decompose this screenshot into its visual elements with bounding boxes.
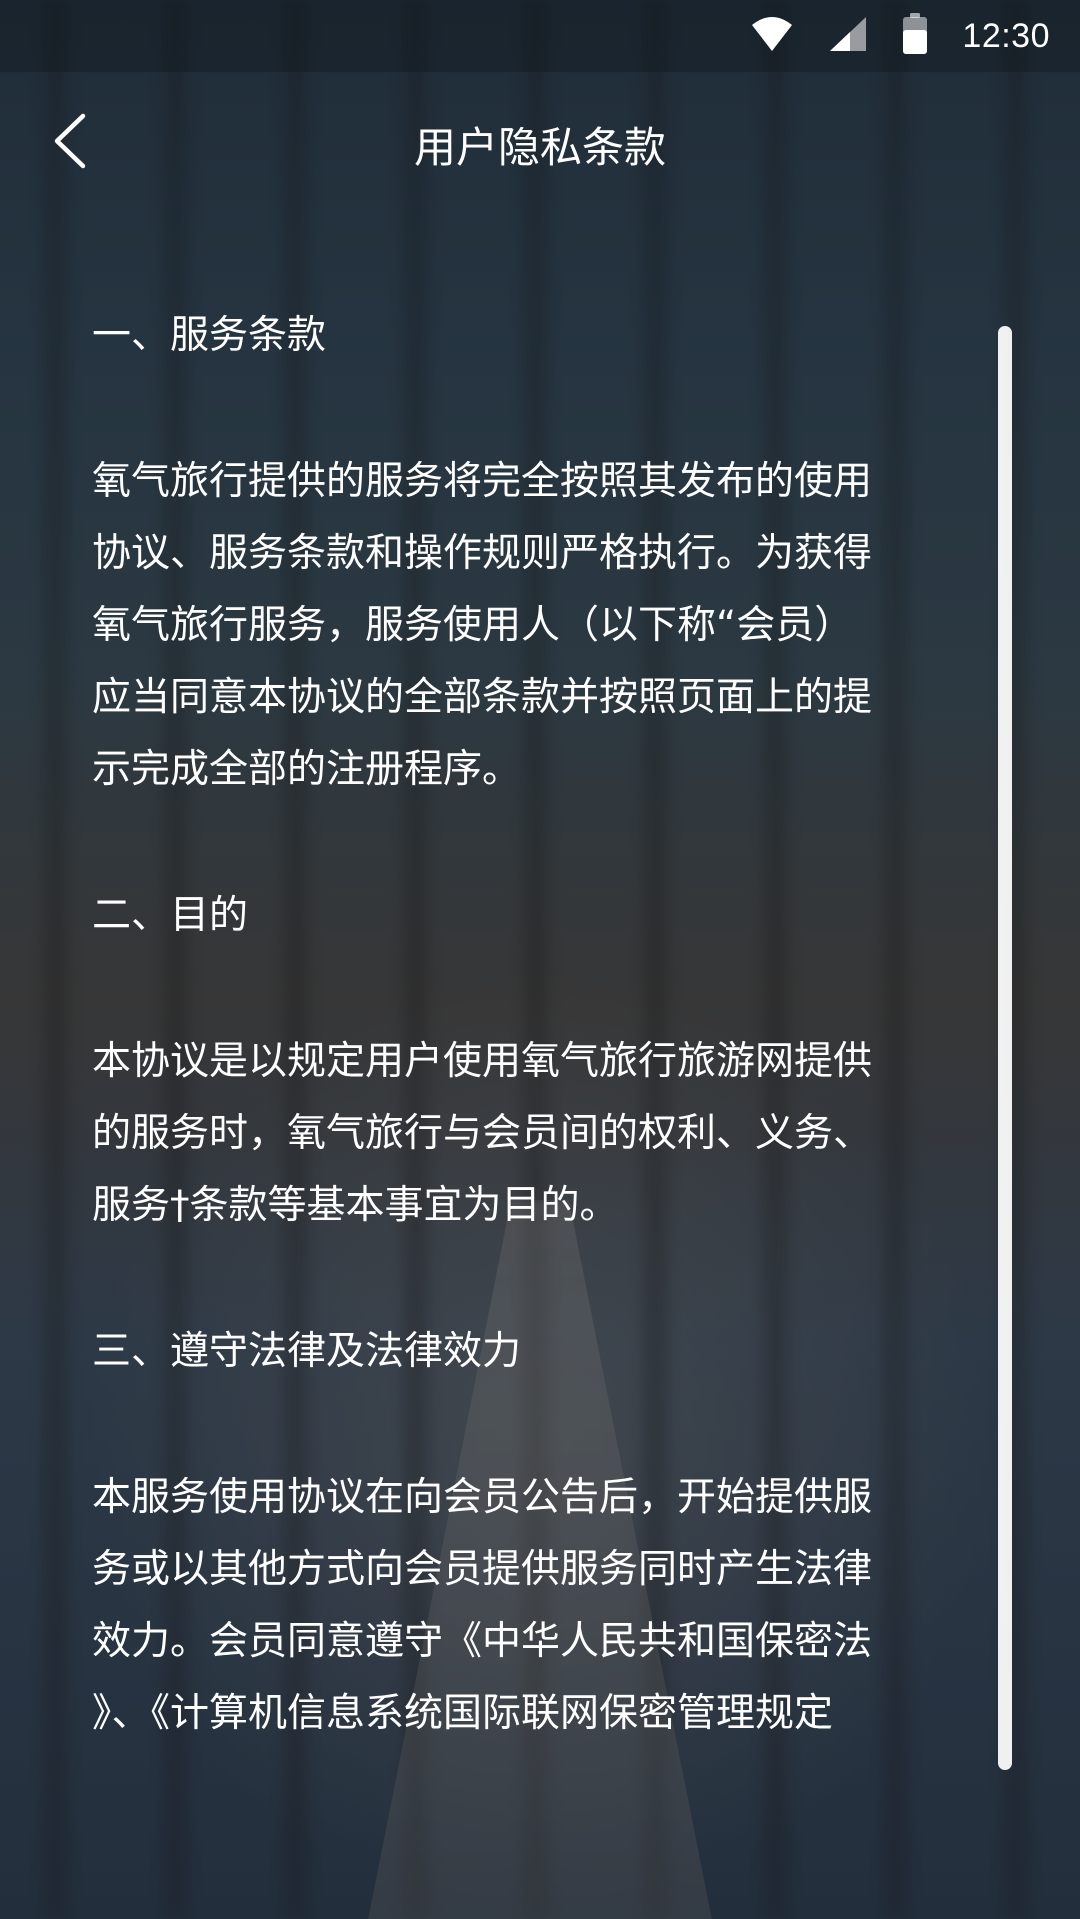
paragraph-line: 氧气旅行提供的服务将完全按照其发布的使用	[92, 459, 873, 504]
paragraph-line: 氧气旅行服务，服务使用人（以下称“会员）	[92, 603, 854, 648]
status-icons: 12:30	[750, 13, 1050, 59]
section-heading-purpose: 二、目的	[92, 893, 249, 938]
battery-icon	[902, 13, 928, 59]
navbar: 用户隐私条款	[0, 72, 1080, 216]
wifi-icon	[750, 15, 794, 57]
paragraph-line: 应当同意本协议的全部条款并按照页面上的提	[92, 675, 873, 720]
signal-icon	[828, 15, 868, 57]
section-heading-legal: 三、遵守法律及法律效力	[92, 1329, 522, 1374]
scrollbar-track[interactable]	[998, 326, 1012, 1770]
paragraph-line: 协议、服务条款和操作规则严格执行。为获得	[92, 531, 873, 576]
paragraph-line: 服务†条款等基本事宜为目的。	[92, 1183, 619, 1228]
paragraph-line: 本服务使用协议在向会员公告后，开始提供服	[92, 1475, 873, 1520]
scrollbar-thumb[interactable]	[998, 326, 1012, 1770]
status-time: 12:30	[962, 16, 1050, 55]
section-heading-service-terms: 一、服务条款	[92, 313, 327, 358]
status-bar: 12:30	[0, 0, 1080, 72]
paragraph-line: 效力。会员同意遵守《中华人民共和国保密法	[92, 1619, 873, 1664]
screen: 12:30 用户隐私条款 一、服务条款 氧气旅行提供的服务将完全按照其发布的使用…	[0, 0, 1080, 1919]
terms-content: 一、服务条款 氧气旅行提供的服务将完全按照其发布的使用 协议、服务条款和操作规则…	[92, 300, 922, 1750]
paragraph-line: 务或以其他方式向会员提供服务同时产生法律	[92, 1547, 873, 1592]
page-title: 用户隐私条款	[413, 123, 666, 172]
paragraph-line: 》、《计算机信息系统国际联网保密管理规定	[92, 1691, 834, 1736]
paragraph-line: 示完成全部的注册程序。	[92, 747, 522, 792]
paragraph-line: 的服务时，氧气旅行与会员间的权利、义务、	[92, 1111, 873, 1156]
paragraph-line: 本协议是以规定用户使用氧气旅行旅游网提供	[92, 1039, 873, 1084]
